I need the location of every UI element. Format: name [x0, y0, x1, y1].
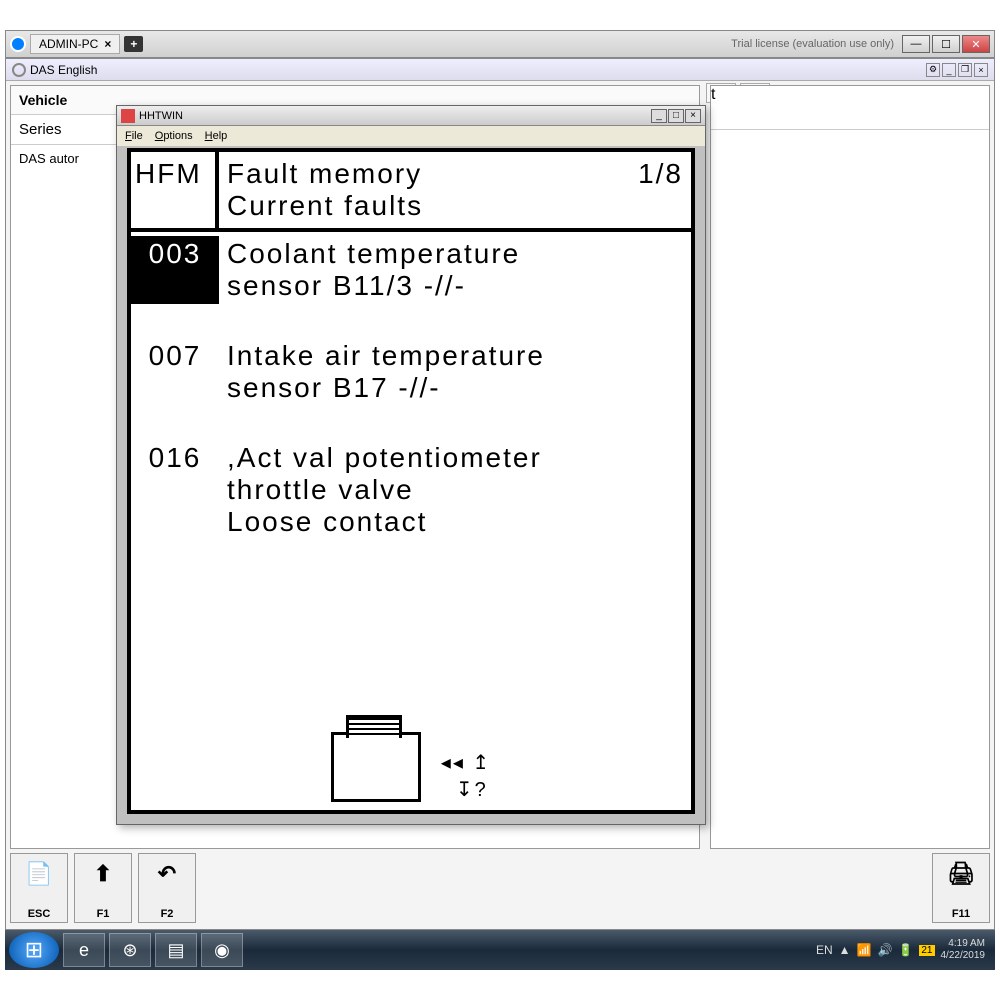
hht-close[interactable]: ×: [685, 109, 701, 123]
esc-button[interactable]: 📄 ESC: [10, 853, 68, 923]
nav-glyphs: ◂◂ ↥ ↧?: [441, 750, 491, 802]
remote-tab[interactable]: ADMIN-PC ×: [30, 34, 120, 54]
system-tray: EN ▲ 📶 🔊 🔋 21 4:19 AM 4/22/2019: [816, 938, 991, 962]
fault-code: 016: [131, 440, 219, 540]
hhtwin-titlebar[interactable]: HHTWIN _ □ ×: [117, 106, 705, 126]
tab-label: ADMIN-PC: [39, 37, 98, 51]
hhtwin-icon: [121, 109, 135, 123]
das-app-window: DAS English ⚙ _ ❐ × ▦ ⤢ Vehicle Series D…: [5, 58, 995, 930]
start-button[interactable]: ⊞: [9, 932, 59, 968]
fault-list: 003Coolant temperature sensor B11/3 -//-…: [131, 232, 691, 540]
page-indicator: 1/8: [638, 158, 683, 190]
gear-icon[interactable]: ⚙: [926, 63, 940, 77]
fault-text: ,Act val potentiometer throttle valve Lo…: [219, 440, 691, 540]
teamviewer-titlebar: ADMIN-PC × + Trial license (evaluation u…: [5, 30, 995, 58]
hhtwin-menubar: File Options Help: [117, 126, 705, 146]
fault-row[interactable]: 007Intake air temperature sensor B17 -//…: [131, 338, 691, 406]
tray-battery-icon[interactable]: 🔋: [898, 943, 913, 957]
function-key-bar: 📄 ESC ⬆ F1 ↶ F2 🖨 F11: [10, 853, 990, 925]
clock-date: 4/22/2019: [941, 950, 986, 962]
right-input-row[interactable]: [711, 104, 989, 130]
taskbar-ie[interactable]: e: [63, 933, 105, 967]
f11-button[interactable]: 🖨 F11: [932, 853, 990, 923]
tab-close-icon[interactable]: ×: [104, 37, 111, 51]
das-header: DAS English ⚙ _ ❐ ×: [6, 59, 994, 81]
window-buttons: — ☐ ✕: [902, 35, 990, 53]
add-tab-button[interactable]: +: [124, 36, 143, 52]
f2-button[interactable]: ↶ F2: [138, 853, 196, 923]
hhtwin-window: HHTWIN _ □ × File Options Help HFM: [116, 105, 706, 825]
fault-row[interactable]: 016,Act val potentiometer throttle valve…: [131, 440, 691, 540]
esc-label: ESC: [28, 908, 51, 920]
tray-network-icon[interactable]: 📶: [857, 943, 872, 957]
hhtwin-title: HHTWIN: [139, 110, 183, 122]
printer-glyph-icon[interactable]: [331, 732, 421, 802]
fault-text: Coolant temperature sensor B11/3 -//-: [219, 236, 691, 304]
hfm-label: HFM: [131, 152, 219, 228]
rewind-icon[interactable]: ◂◂ ↥: [441, 750, 491, 775]
fault-memory-label: Fault memory: [227, 158, 422, 190]
hht-minimize[interactable]: _: [651, 109, 667, 123]
fault-text: Intake air temperature sensor B17 -//-: [219, 338, 691, 406]
right-panel: t: [710, 85, 990, 849]
printer-icon: 🖨: [945, 858, 977, 890]
app-title: DAS English: [30, 63, 97, 77]
teamviewer-icon: [10, 36, 26, 52]
windows-taskbar: ⊞ e ⊛ ▤ ◉ EN ▲ 📶 🔊 🔋 21 4:19 AM 4/22/201…: [5, 930, 995, 970]
scroll-icon[interactable]: ↧?: [441, 777, 491, 802]
u-turn-icon: ↶: [151, 858, 183, 890]
fault-row[interactable]: 003Coolant temperature sensor B11/3 -//-: [131, 236, 691, 304]
taskbar-teamviewer[interactable]: ◉: [201, 933, 243, 967]
f11-label: F11: [952, 908, 970, 920]
f1-button[interactable]: ⬆ F1: [74, 853, 132, 923]
hht-maximize[interactable]: □: [668, 109, 684, 123]
maximize-button[interactable]: ☐: [932, 35, 960, 53]
hht-footer-icons: ◂◂ ↥ ↧?: [131, 732, 691, 802]
fault-code: 003: [131, 236, 219, 304]
close-button[interactable]: ✕: [962, 35, 990, 53]
trial-license-text: Trial license (evaluation use only): [731, 38, 894, 50]
current-faults-label: Current faults: [227, 190, 683, 222]
up-arrow-icon: ⬆: [87, 858, 119, 890]
taskbar-clock[interactable]: 4:19 AM 4/22/2019: [941, 938, 986, 962]
mercedes-icon: [12, 63, 26, 77]
inner-minimize[interactable]: _: [942, 63, 956, 77]
tray-sound-icon[interactable]: 🔊: [877, 943, 892, 957]
lang-indicator[interactable]: EN: [816, 943, 833, 957]
taskbar-das[interactable]: ⊛: [109, 933, 151, 967]
f1-label: F1: [97, 908, 110, 920]
minimize-button[interactable]: —: [902, 35, 930, 53]
menu-options[interactable]: Options: [155, 130, 193, 142]
tray-flag-icon[interactable]: ▲: [839, 943, 851, 957]
desktop: ADMIN-PC × + Trial license (evaluation u…: [5, 30, 995, 970]
fault-code: 007: [131, 338, 219, 406]
menu-help[interactable]: Help: [205, 130, 228, 142]
inner-restore[interactable]: ❐: [958, 63, 972, 77]
inner-close[interactable]: ×: [974, 63, 988, 77]
exit-icon: 📄: [23, 858, 55, 890]
tray-badge[interactable]: 21: [919, 945, 934, 956]
clock-time: 4:19 AM: [941, 938, 986, 950]
hht-lcd-screen: HFM Fault memory 1/8 Current faults 003C…: [127, 148, 695, 814]
f2-label: F2: [161, 908, 174, 920]
taskbar-app[interactable]: ▤: [155, 933, 197, 967]
right-header: t: [711, 86, 989, 104]
menu-file[interactable]: File: [125, 130, 143, 142]
das-body: ▦ ⤢ Vehicle Series DAS autor t 📄 ESC ⬆: [6, 81, 994, 929]
